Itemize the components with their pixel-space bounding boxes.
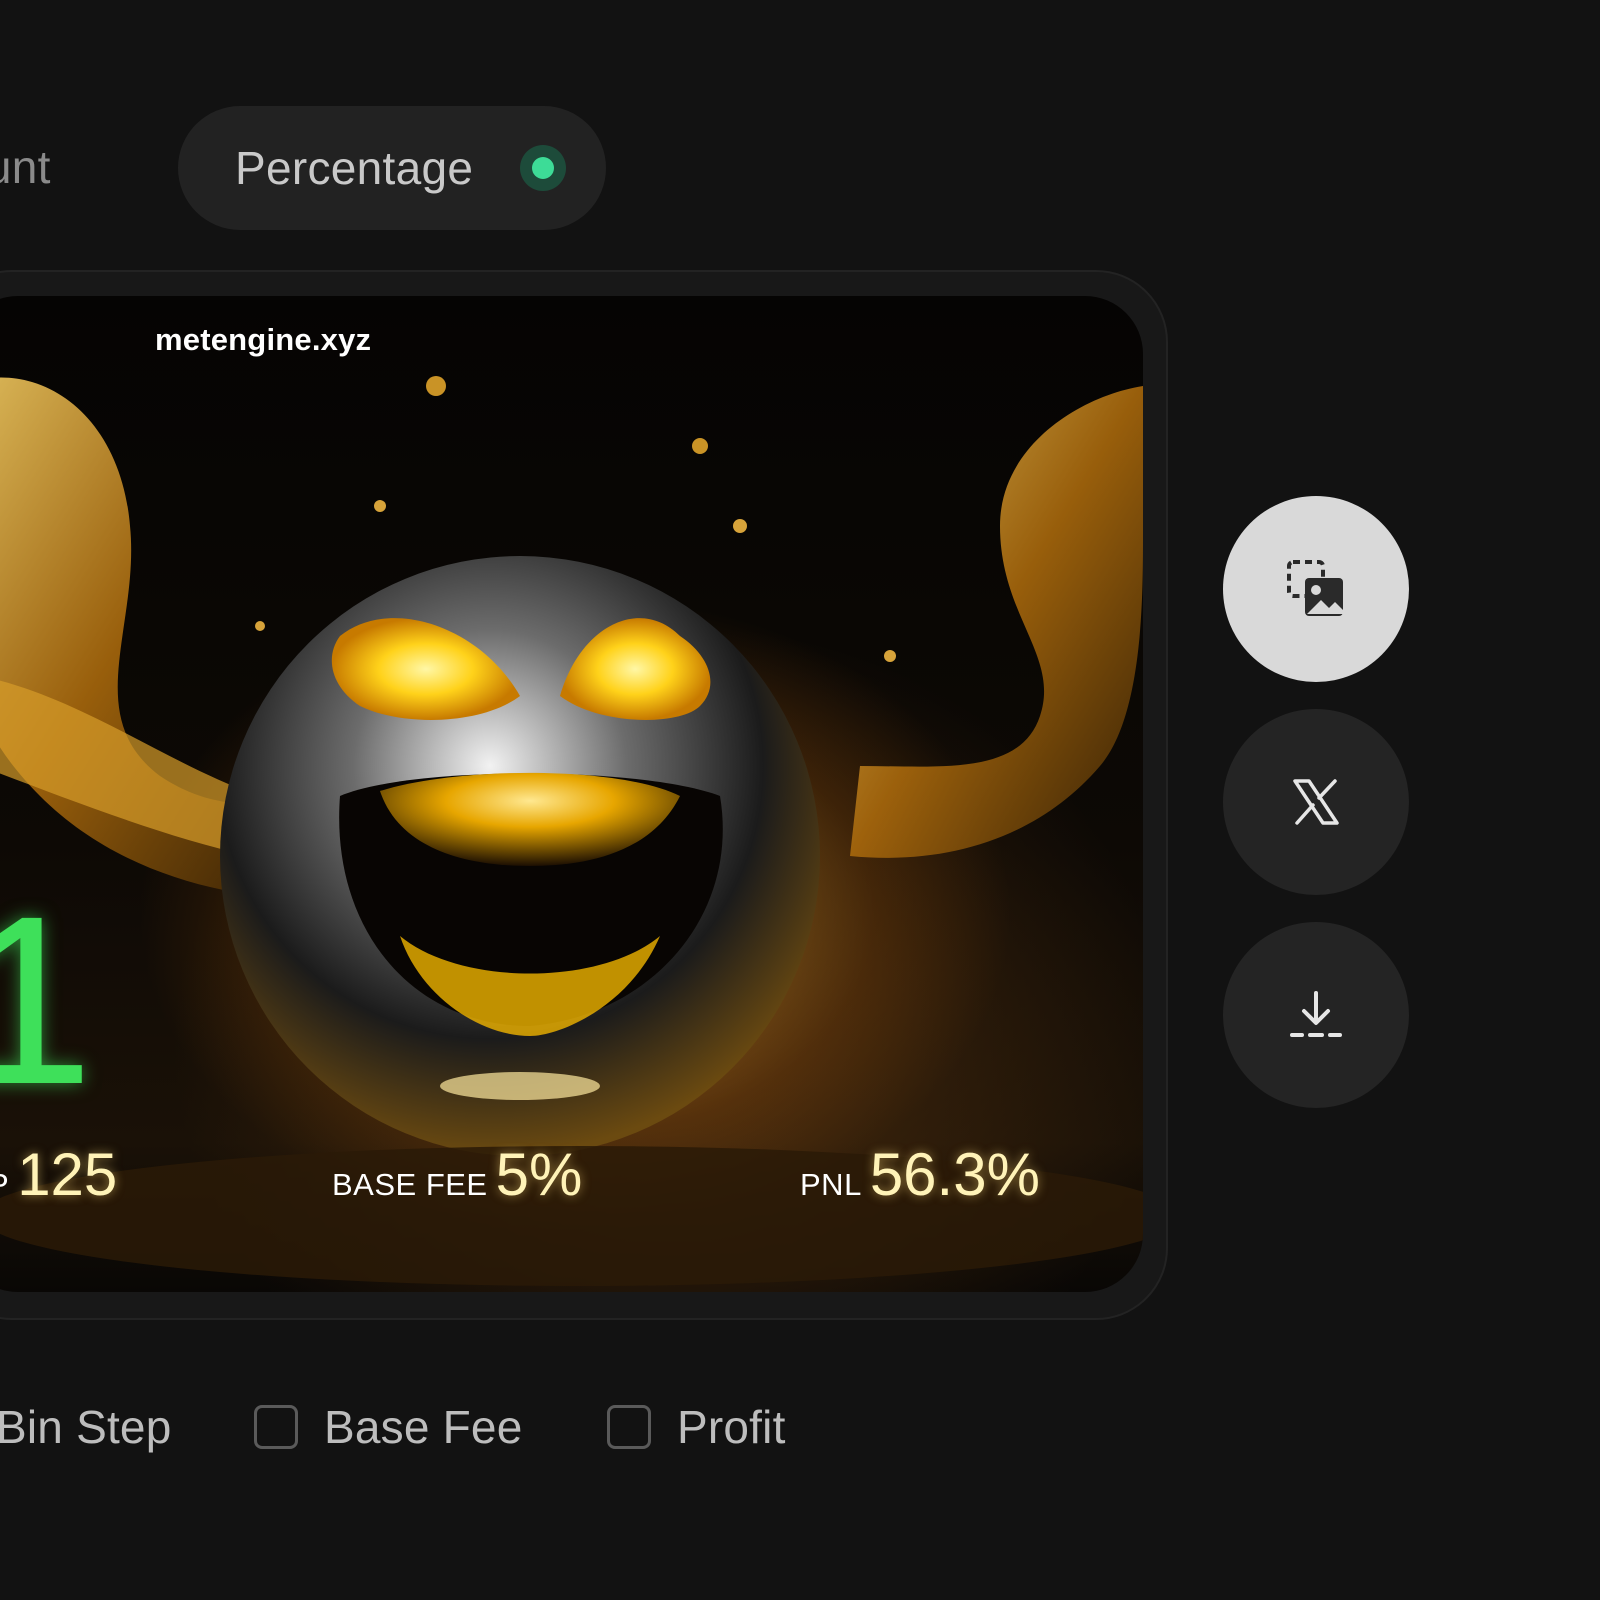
option-base-fee[interactable]: Base Fee xyxy=(254,1400,523,1454)
option-bin-step-label: Bin Step xyxy=(0,1401,172,1453)
mode-percentage-option[interactable]: Percentage xyxy=(178,106,606,230)
bin-step-value: 125 xyxy=(17,1141,118,1208)
card-headline-value: 1 xyxy=(0,866,94,1134)
mode-amount-label: ount xyxy=(0,141,51,193)
checkbox-profit[interactable] xyxy=(607,1405,651,1449)
pnl-label: PNL xyxy=(800,1167,862,1202)
share-on-x-button[interactable] xyxy=(1223,709,1409,895)
option-profit-label: Profit xyxy=(677,1401,786,1453)
base-fee-label: BASE FEE xyxy=(332,1167,488,1202)
option-bin-step[interactable]: Bin Step xyxy=(0,1400,172,1454)
base-fee-value: 5% xyxy=(495,1141,583,1208)
pnl-value: 56.3% xyxy=(869,1141,1040,1208)
option-profit[interactable]: Profit xyxy=(607,1400,786,1454)
download-button[interactable] xyxy=(1223,922,1409,1108)
selected-radio-icon xyxy=(520,145,566,191)
download-icon xyxy=(1290,991,1342,1037)
checkbox-base-fee[interactable] xyxy=(254,1405,298,1449)
card-brand: metengine.xyz xyxy=(155,322,372,357)
bin-step-label: P xyxy=(0,1167,9,1203)
pnl-card-generator: ount Percentage xyxy=(0,0,1600,1600)
x-logo-icon xyxy=(1293,779,1339,825)
mode-amount-option[interactable]: ount xyxy=(0,140,51,194)
copy-image-icon xyxy=(1287,560,1343,616)
copy-image-button[interactable] xyxy=(1223,496,1409,682)
card-stat-base-fee: BASE FEE 5% xyxy=(332,1140,582,1209)
card-stat-pnl: PNL 56.3% xyxy=(800,1140,1040,1209)
mode-percentage-label: Percentage xyxy=(235,142,474,194)
option-base-fee-label: Base Fee xyxy=(324,1401,523,1453)
card-stat-bin-step: P 125 xyxy=(0,1140,117,1209)
